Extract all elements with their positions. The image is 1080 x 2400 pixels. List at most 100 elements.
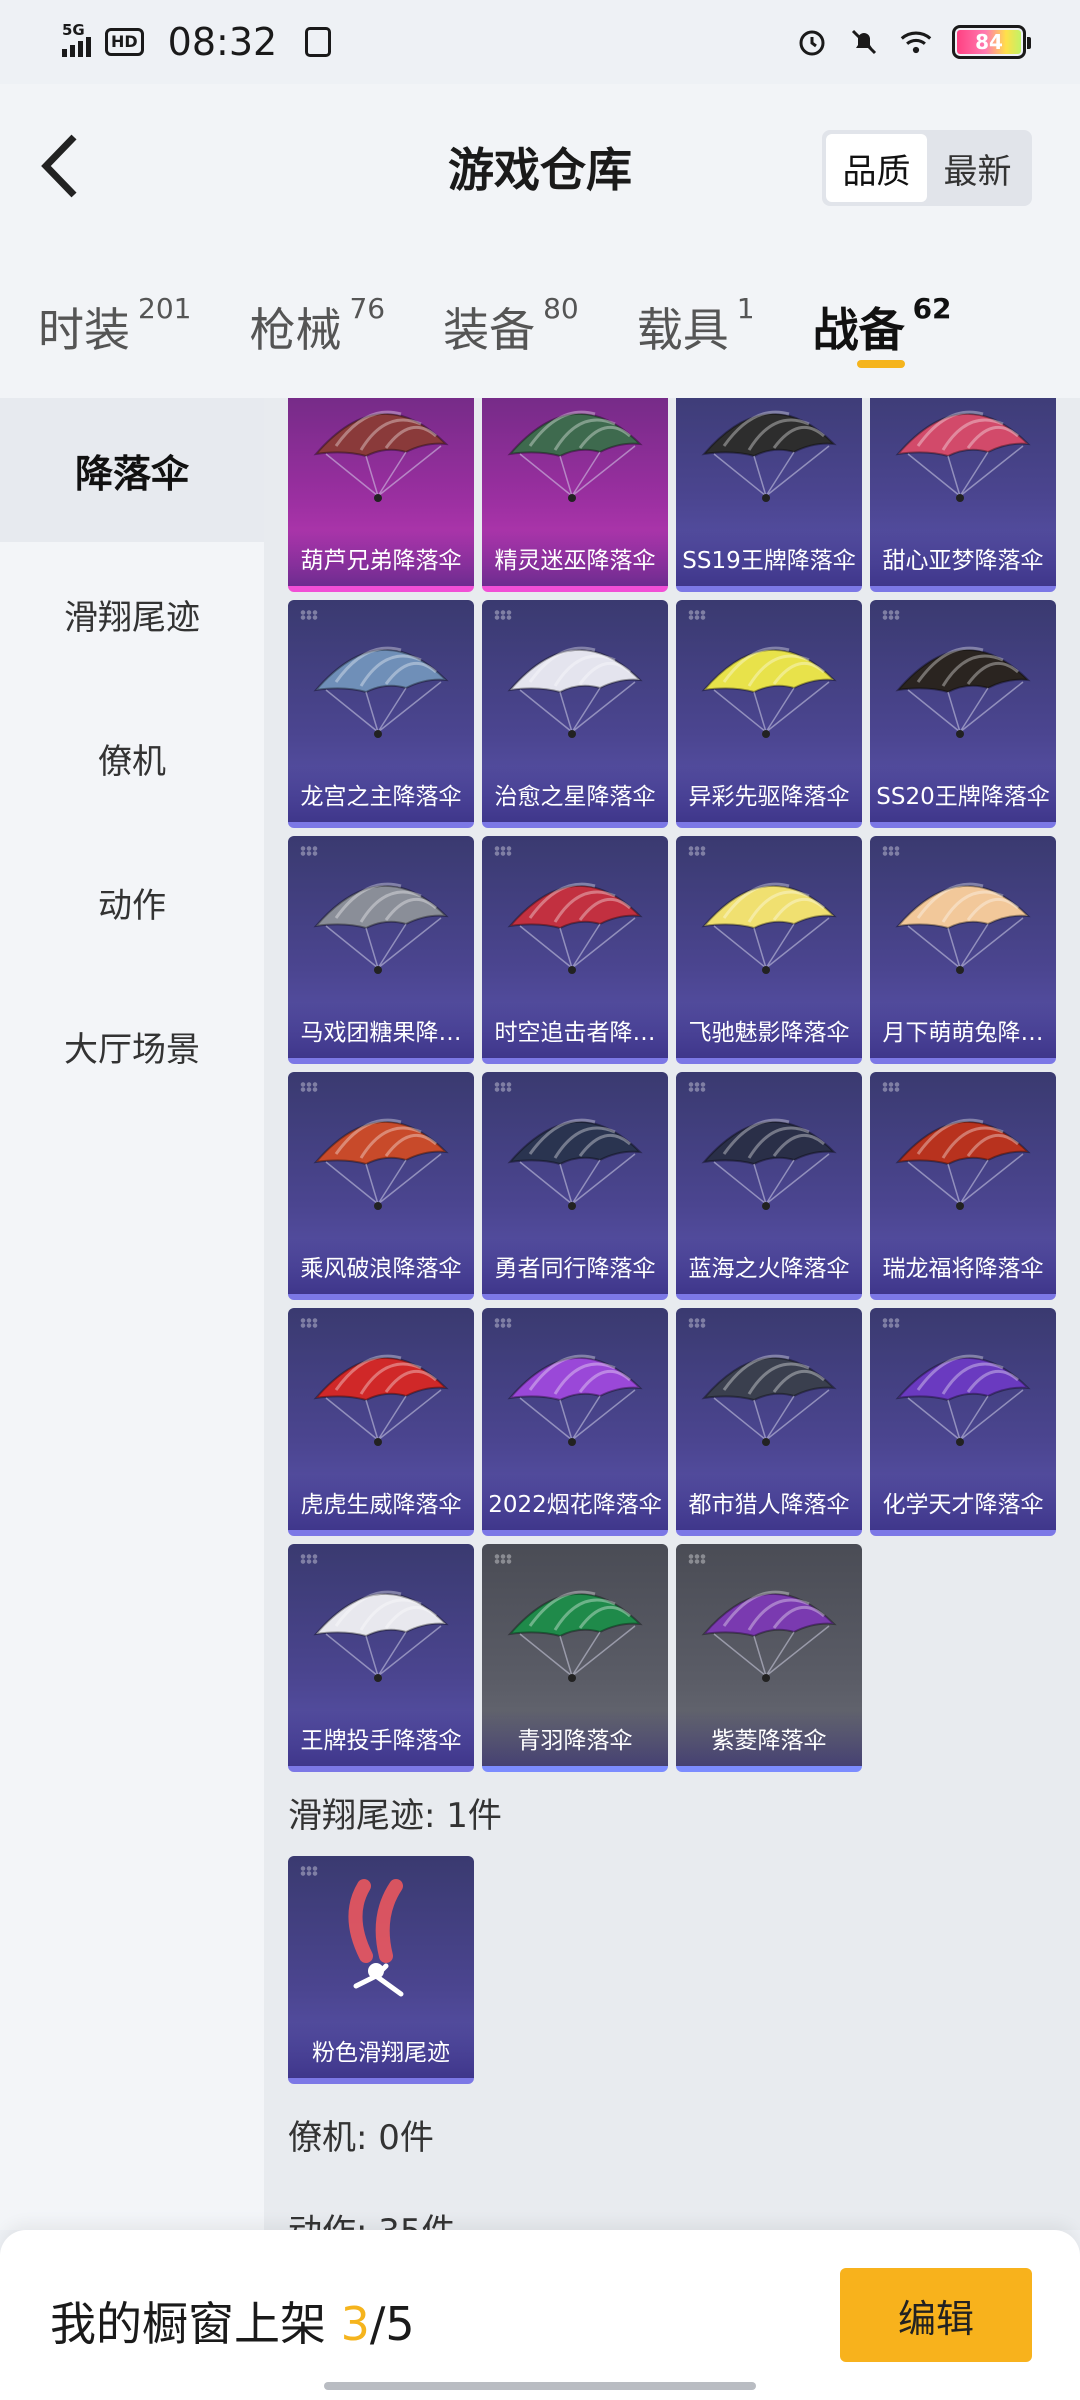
item-card[interactable]: 王牌投手降落伞: [288, 1544, 474, 1772]
back-button[interactable]: [30, 126, 90, 206]
item-name: 虎虎生威降落伞: [288, 1474, 474, 1530]
parachute-icon: [507, 1118, 643, 1210]
item-name: 飞驰魅影降落伞: [676, 1002, 862, 1058]
corner-dots-icon: [494, 1318, 512, 1328]
corner-dots-icon: [688, 1318, 706, 1328]
corner-dots-icon: [494, 610, 512, 620]
item-name: 紫菱降落伞: [676, 1710, 862, 1766]
item-card[interactable]: 治愈之星降落伞: [482, 600, 668, 828]
item-name: 月下萌萌兔降…: [870, 1002, 1056, 1058]
parachute-icon: [701, 1590, 837, 1682]
section-title-trail: 滑翔尾迹: 1件: [288, 1796, 502, 1836]
sidebar-item-lobby-scene[interactable]: 大厅场景: [0, 974, 264, 1118]
item-card[interactable]: 马戏团糖果降…: [288, 836, 474, 1064]
corner-dots-icon: [882, 1318, 900, 1328]
parachute-icon: [701, 410, 837, 502]
parachute-icon: [313, 410, 449, 502]
item-card[interactable]: SS20王牌降落伞: [870, 600, 1056, 828]
showcase-status: 我的橱窗上架 3/5: [50, 2297, 415, 2351]
sidebar-item-action[interactable]: 动作: [0, 830, 264, 974]
corner-dots-icon: [494, 1082, 512, 1092]
item-card[interactable]: 异彩先驱降落伞: [676, 600, 862, 828]
parachute-icon: [313, 646, 449, 738]
corner-dots-icon: [882, 610, 900, 620]
corner-dots-icon: [300, 1554, 318, 1564]
item-card[interactable]: 粉色滑翔尾迹: [288, 1856, 474, 2084]
item-card[interactable]: 蓝海之火降落伞: [676, 1072, 862, 1300]
edit-button[interactable]: 编辑: [840, 2268, 1032, 2362]
item-name: 王牌投手降落伞: [288, 1710, 474, 1766]
tab-equipment[interactable]: 装备 80: [443, 292, 579, 360]
item-card[interactable]: 时空追击者降…: [482, 836, 668, 1064]
parachute-icon: [895, 410, 1031, 502]
sidebar-item-parachute[interactable]: 降落伞: [0, 398, 264, 542]
tab-fashion[interactable]: 时装 201: [38, 292, 191, 360]
parachute-icon: [507, 1590, 643, 1682]
bottom-bar: 我的橱窗上架 3/5 编辑: [0, 2230, 1080, 2400]
corner-dots-icon: [882, 1082, 900, 1092]
item-card[interactable]: 紫菱降落伞: [676, 1544, 862, 1772]
section-title-action: 动作: 35件: [288, 2204, 456, 2230]
tab-firearms[interactable]: 枪械 76: [249, 292, 385, 360]
trail-icon: [348, 1879, 404, 1997]
parachute-icon: [895, 1118, 1031, 1210]
parachute-icon: [313, 1118, 449, 1210]
item-name: SS20王牌降落伞: [870, 766, 1056, 822]
corner-dots-icon: [300, 1318, 318, 1328]
corner-dots-icon: [494, 846, 512, 856]
parachute-icon: [313, 1354, 449, 1446]
item-name: 勇者同行降落伞: [482, 1238, 668, 1294]
item-card[interactable]: 虎虎生威降落伞: [288, 1308, 474, 1536]
parachute-icon: [701, 1354, 837, 1446]
item-content: 葫芦兄弟降落伞 精灵迷巫降落伞 SS19王牌降落伞 甜心亚梦降落伞龙宫之主降落伞 治愈之…: [264, 398, 1080, 2230]
item-name: 时空追击者降…: [482, 1002, 668, 1058]
parachute-icon: [895, 1354, 1031, 1446]
sort-newest-button[interactable]: 最新: [927, 134, 1028, 202]
signal-icon: 5G: [62, 21, 91, 57]
item-name: 精灵迷巫降落伞: [482, 530, 668, 586]
parachute-icon: [895, 882, 1031, 974]
section-title-wingman: 僚机: 0件: [288, 2118, 434, 2158]
corner-dots-icon: [300, 610, 318, 620]
parachute-icon: [507, 1354, 643, 1446]
corner-dots-icon: [688, 1554, 706, 1564]
item-name: 粉色滑翔尾迹: [288, 2022, 474, 2078]
parachute-icon: [507, 410, 643, 502]
chevron-left-icon: [41, 134, 77, 198]
sidebar-item-glide-trail[interactable]: 滑翔尾迹: [0, 542, 264, 686]
parachute-icon: [507, 646, 643, 738]
item-name: 蓝海之火降落伞: [676, 1238, 862, 1294]
wifi-icon: [900, 26, 932, 58]
item-card[interactable]: 龙宫之主降落伞: [288, 600, 474, 828]
item-card[interactable]: 葫芦兄弟降落伞: [288, 398, 474, 592]
item-card[interactable]: 化学天才降落伞: [870, 1308, 1056, 1536]
item-card[interactable]: 2022烟花降落伞: [482, 1308, 668, 1536]
item-card[interactable]: 甜心亚梦降落伞: [870, 398, 1056, 592]
sidebar-item-wingman[interactable]: 僚机: [0, 686, 264, 830]
item-card[interactable]: 青羽降落伞: [482, 1544, 668, 1772]
sort-quality-button[interactable]: 品质: [826, 134, 927, 202]
item-card[interactable]: SS19王牌降落伞: [676, 398, 862, 592]
item-name: 2022烟花降落伞: [482, 1474, 668, 1530]
item-card[interactable]: 勇者同行降落伞: [482, 1072, 668, 1300]
item-card[interactable]: 月下萌萌兔降…: [870, 836, 1056, 1064]
sort-toggle: 品质 最新: [822, 130, 1032, 206]
item-name: 乘风破浪降落伞: [288, 1238, 474, 1294]
corner-dots-icon: [300, 1082, 318, 1092]
item-name: 马戏团糖果降…: [288, 1002, 474, 1058]
header: 游戏仓库 品质 最新: [0, 84, 1080, 256]
item-card[interactable]: 都市猎人降落伞: [676, 1308, 862, 1536]
parachute-icon: [507, 882, 643, 974]
item-card[interactable]: 飞驰魅影降落伞: [676, 836, 862, 1064]
tab-readiness[interactable]: 战备 62: [813, 292, 952, 368]
item-card[interactable]: 精灵迷巫降落伞: [482, 398, 668, 592]
corner-dots-icon: [688, 846, 706, 856]
item-name: 葫芦兄弟降落伞: [288, 530, 474, 586]
item-card[interactable]: 乘风破浪降落伞: [288, 1072, 474, 1300]
item-name: 甜心亚梦降落伞: [870, 530, 1056, 586]
tab-vehicles[interactable]: 载具 1: [637, 292, 755, 360]
item-card[interactable]: 瑞龙福将降落伞: [870, 1072, 1056, 1300]
status-bar: 5G HD 08:32 84: [0, 0, 1080, 84]
corner-dots-icon: [688, 610, 706, 620]
item-name: 龙宫之主降落伞: [288, 766, 474, 822]
